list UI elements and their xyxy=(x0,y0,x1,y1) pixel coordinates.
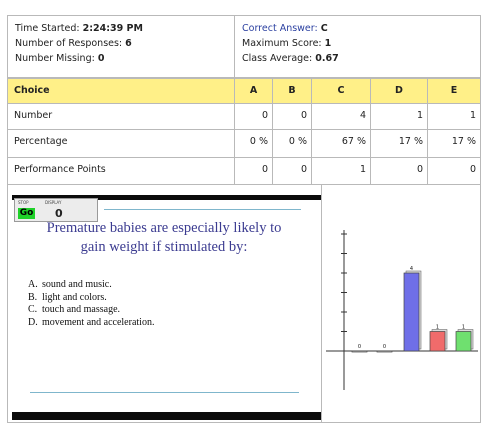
option-c: C. touch and massage. xyxy=(28,304,121,315)
slide-bottom-rule xyxy=(30,392,299,393)
row-label-number: Number xyxy=(7,103,235,130)
percentage-d: 17 % xyxy=(370,129,428,158)
choice-a-header: A xyxy=(234,78,273,104)
points-c: 1 xyxy=(311,157,371,185)
bar-label-e: 1 xyxy=(462,325,465,331)
option-a: A. sound and music. xyxy=(28,279,112,290)
question-line-2: gain weight if stimulated by: xyxy=(80,239,248,255)
number-a: 0 xyxy=(234,103,273,130)
choice-e-header: E xyxy=(427,78,481,104)
number-b: 0 xyxy=(272,103,312,130)
points-e: 0 xyxy=(427,157,481,185)
number-e: 1 xyxy=(427,103,481,130)
score-info-panel: Correct Answer: C Maximum Score: 1 Class… xyxy=(234,15,481,78)
stop-label[interactable]: STOP xyxy=(18,200,29,205)
bar-e xyxy=(455,331,472,352)
slide-top-rule xyxy=(104,209,301,210)
number-d: 1 xyxy=(370,103,428,130)
number-c: 4 xyxy=(311,103,371,130)
percentage-a: 0 % xyxy=(234,129,273,158)
class-average-value: 0.67 xyxy=(315,53,339,64)
points-a: 0 xyxy=(234,157,273,185)
bar-label-a: 0 xyxy=(358,344,361,350)
choice-d-header: D xyxy=(370,78,428,104)
time-started-label: Time Started: xyxy=(15,23,80,34)
points-b: 0 xyxy=(272,157,312,185)
correct-answer-value: C xyxy=(320,23,328,34)
choice-c-header: C xyxy=(311,78,371,104)
correct-answer-label: Correct Answer: xyxy=(242,23,318,34)
answer-options: A. sound and music. B. light and colors. C… xyxy=(28,279,154,329)
session-info-panel: Time Started: 2:24:39 PM Number of Respo… xyxy=(7,15,235,78)
display-label[interactable]: DISPLAY xyxy=(45,200,61,205)
polling-widget[interactable]: STOP DISPLAY Go 0 xyxy=(14,198,98,222)
results-bar-chart: 0 0 4 1 1 xyxy=(326,230,478,390)
bar-a xyxy=(351,350,368,353)
bar-b xyxy=(376,350,393,353)
option-b: B. light and colors. xyxy=(28,291,107,303)
missing-value: 0 xyxy=(97,53,105,64)
max-score-value: 1 xyxy=(324,38,332,49)
question-text: Premature babies are especially likely t… xyxy=(22,219,306,257)
percentage-e: 17 % xyxy=(427,129,481,158)
bar-label-b: 0 xyxy=(383,344,386,350)
percentage-c: 67 % xyxy=(311,129,371,158)
row-label-performance-points: Performance Points xyxy=(7,157,235,185)
bar-label-c: 4 xyxy=(410,266,413,272)
go-button[interactable]: Go xyxy=(18,208,35,219)
slide-bottom-bar xyxy=(12,412,321,420)
responses-value: 6 xyxy=(125,38,132,49)
bar-label-d: 1 xyxy=(436,325,439,331)
class-average-label: Class Average: xyxy=(242,53,313,64)
points-d: 0 xyxy=(370,157,428,185)
max-score-label: Maximum Score: xyxy=(242,38,322,49)
bar-d xyxy=(429,331,446,352)
choice-b-header: B xyxy=(272,78,312,104)
percentage-b: 0 % xyxy=(272,129,312,158)
response-count: 0 xyxy=(55,207,63,220)
row-label-percentage: Percentage xyxy=(7,129,235,158)
missing-label: Number Missing: xyxy=(15,53,95,64)
option-d: D. movement and acceleration. xyxy=(28,316,155,328)
bar-c xyxy=(403,272,420,352)
time-started-value: 2:24:39 PM xyxy=(82,23,143,34)
choice-header: Choice xyxy=(7,78,235,104)
responses-label: Number of Responses: xyxy=(15,38,123,49)
